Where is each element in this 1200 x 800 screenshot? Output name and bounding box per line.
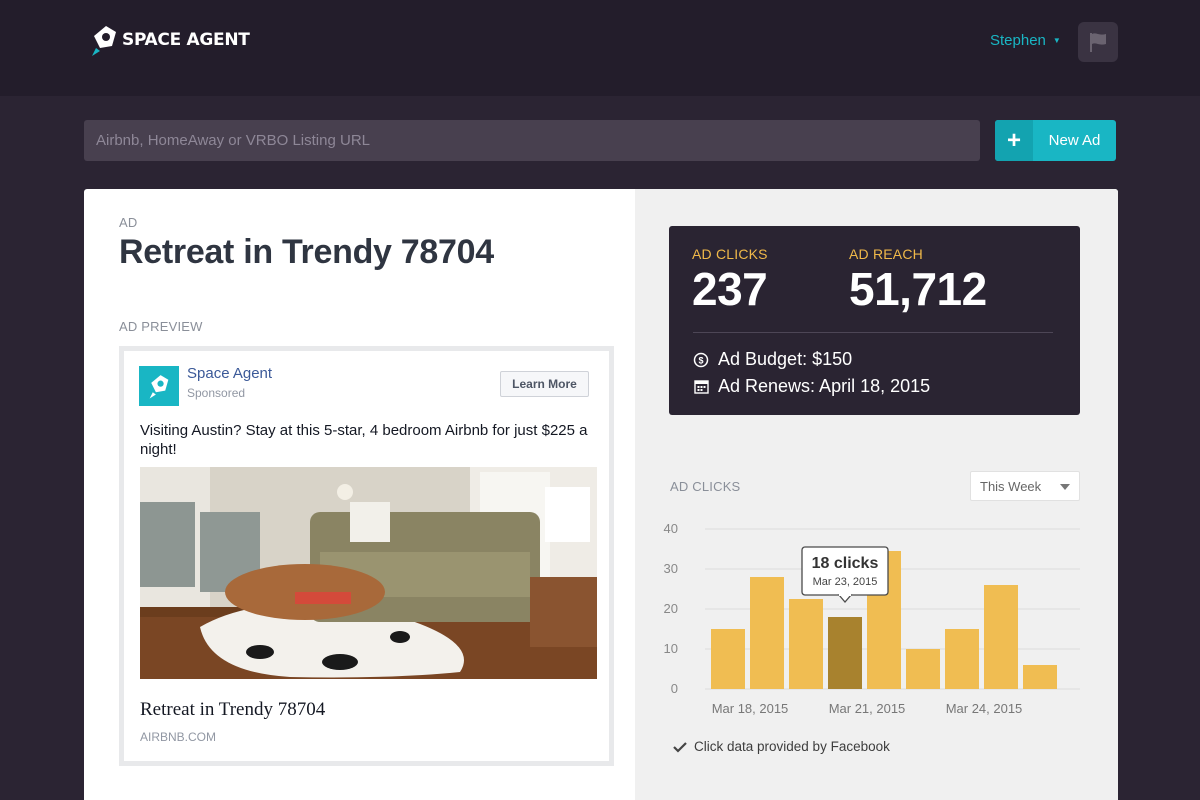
chart-bar[interactable] (945, 629, 979, 689)
new-ad-label: New Ad (1048, 132, 1101, 149)
plus-icon: + (995, 120, 1033, 161)
date-range-value: This Week (980, 478, 1042, 494)
ad-preview-label: AD PREVIEW (119, 319, 203, 334)
x-tick-label: Mar 21, 2015 (829, 701, 906, 716)
tooltip-title: 18 clicks (812, 555, 879, 572)
rocket-icon (92, 26, 116, 56)
learn-more-button[interactable]: Learn More (500, 371, 589, 397)
chart-bar[interactable] (906, 649, 940, 689)
stats-divider (693, 332, 1053, 333)
listing-photo[interactable] (140, 467, 597, 679)
page-avatar (139, 366, 179, 406)
rocket-icon (149, 375, 169, 399)
chart-bar[interactable] (828, 617, 862, 689)
svg-text:$: $ (698, 355, 703, 365)
listing-url-input[interactable] (84, 120, 980, 161)
date-range-select[interactable]: This Week (970, 471, 1080, 501)
page-name-link[interactable]: Space Agent (187, 365, 272, 382)
chart-bar[interactable] (1023, 665, 1057, 689)
user-name: Stephen (990, 32, 1046, 49)
ad-section-label: AD (119, 215, 138, 230)
y-tick-label: 20 (664, 601, 678, 616)
ad-clicks-chart: 0 10 20 30 40 Mar 18, 2015 Mar 21, 2015 Mar 24,… (664, 521, 1080, 716)
ad-message: Visiting Austin? Stay at this 5-star, 4 … (140, 422, 588, 458)
flag-button[interactable] (1078, 22, 1118, 62)
y-tick-label: 0 (671, 681, 678, 696)
ad-title: Retreat in Trendy 78704 (119, 233, 494, 271)
chart-bar[interactable] (984, 585, 1018, 689)
flag-icon (1090, 33, 1106, 52)
ad-clicks-value: 237 (692, 263, 768, 315)
x-tick-label: Mar 18, 2015 (712, 701, 789, 716)
calendar-icon (693, 379, 709, 395)
y-tick-label: 40 (664, 521, 678, 536)
ad-reach-value: 51,712 (849, 263, 987, 315)
y-tick-label: 10 (664, 641, 678, 656)
ad-budget-text: Ad Budget: $150 (718, 349, 853, 369)
y-tick-label: 30 (664, 561, 678, 576)
chart-footnote: Click data provided by Facebook (673, 739, 890, 754)
chart-bar[interactable] (711, 629, 745, 689)
chart-bar[interactable] (750, 577, 784, 689)
dropdown-arrow-icon (1060, 484, 1070, 490)
ad-headline[interactable]: Retreat in Trendy 78704 (140, 699, 325, 721)
ad-budget-row: $ Ad Budget: $150 (693, 349, 852, 370)
dollar-circle-icon: $ (693, 352, 709, 368)
ad-preview: Space Agent Sponsored Learn More Visitin… (119, 346, 614, 766)
ad-renews-text: Ad Renews: April 18, 2015 (718, 376, 931, 396)
listing-photo-illustration (140, 467, 597, 679)
top-bar: SPACE AGENT Stephen ▼ (0, 0, 1200, 96)
chart-bar[interactable] (789, 599, 823, 689)
brand-name: SPACE AGENT (122, 30, 250, 50)
tooltip-pointer-mask (839, 593, 851, 596)
ad-clicks-label: AD CLICKS (692, 246, 768, 262)
stats-panel: AD CLICKS 237 AD REACH 51,712 $ Ad Budge… (635, 189, 1118, 800)
brand-logo[interactable]: SPACE AGENT (88, 22, 250, 58)
x-tick-label: Mar 24, 2015 (946, 701, 1023, 716)
ad-reach-label: AD REACH (849, 246, 923, 262)
footnote-text: Click data provided by Facebook (694, 739, 890, 754)
ad-domain: AIRBNB.COM (140, 730, 217, 744)
ad-renews-row: Ad Renews: April 18, 2015 (693, 376, 930, 397)
stats-summary: AD CLICKS 237 AD REACH 51,712 $ Ad Budge… (669, 226, 1080, 415)
chart-section-label: AD CLICKS (670, 479, 741, 494)
new-ad-button[interactable]: + New Ad (995, 120, 1116, 161)
sponsored-label: Sponsored (187, 386, 246, 400)
tooltip-pointer (837, 594, 853, 603)
ad-card: AD Retreat in Trendy 78704 AD PREVIEW Sp… (84, 189, 1118, 800)
user-menu[interactable]: Stephen ▼ (990, 32, 1061, 49)
tooltip-subtitle: Mar 23, 2015 (813, 576, 878, 588)
checkmark-icon (673, 741, 687, 753)
caret-down-icon: ▼ (1052, 36, 1061, 45)
